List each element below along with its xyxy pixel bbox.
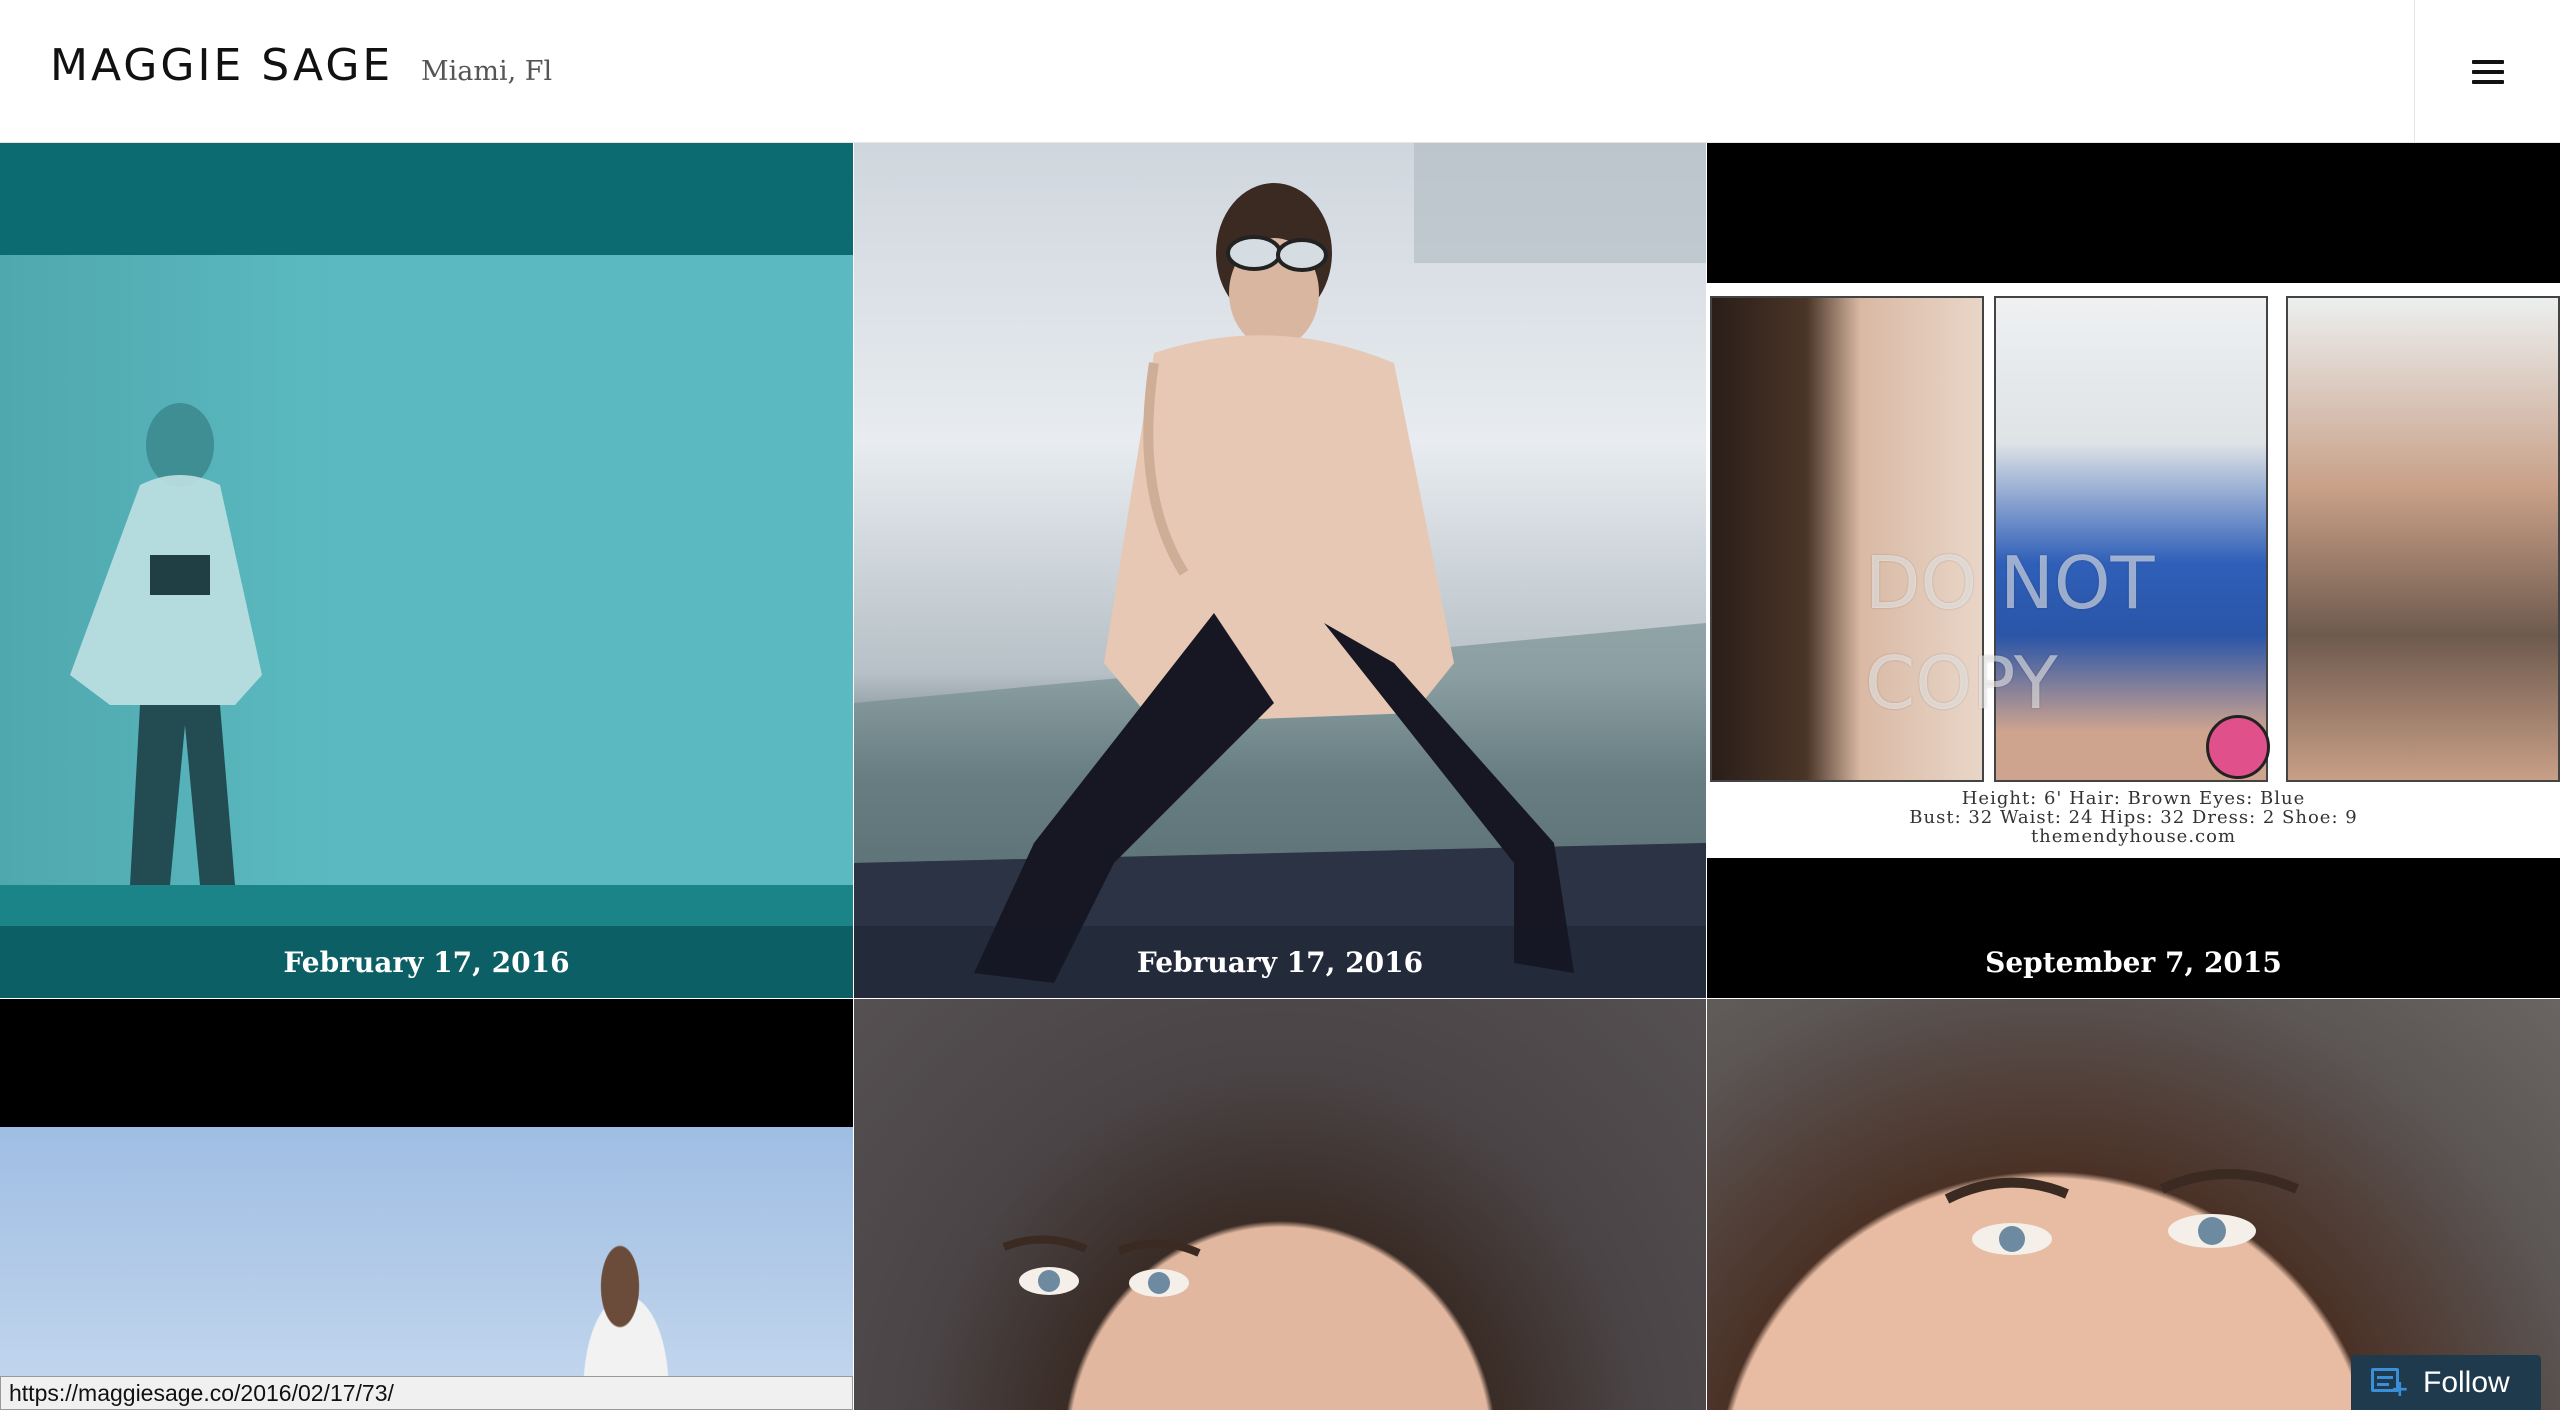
model-fur-coat-sunglasses-photo — [854, 143, 1706, 998]
site-tagline: Miami, Fl — [421, 56, 553, 87]
comp-card-bikini-shot — [2286, 296, 2560, 782]
status-bar-url: https://maggiesage.co/2016/02/17/73/ — [0, 1376, 853, 1410]
post-date: September 7, 2015 — [1985, 945, 2282, 979]
post-image-band — [0, 885, 853, 926]
post-tile[interactable]: DO NOT COPY Height: 6' Hair: Brown Eyes:… — [1707, 143, 2560, 998]
comp-card-photo: DO NOT COPY Height: 6' Hair: Brown Eyes:… — [1707, 283, 2560, 998]
hamburger-menu-icon — [2471, 59, 2504, 84]
stats-line: Bust: 32 Waist: 24 Hips: 32 Dress: 2 Sho… — [1909, 807, 2358, 828]
site-title[interactable]: MAGGIE SAGE — [50, 40, 393, 91]
stats-line: Height: 6' Hair: Brown Eyes: Blue — [1961, 788, 2306, 809]
model-sky-photo — [0, 1127, 853, 1410]
stats-line: themendyhouse.com — [2030, 826, 2237, 847]
post-tile[interactable] — [1707, 999, 2560, 1410]
agency-logo-badge — [2206, 715, 2270, 779]
post-tile[interactable] — [0, 999, 853, 1410]
follow-label: Follow — [2423, 1365, 2510, 1399]
comp-card-stats: Height: 6' Hair: Brown Eyes: Blue Bust: … — [1707, 789, 2560, 846]
follow-button[interactable]: + Follow — [2351, 1355, 2541, 1410]
post-date: February 17, 2016 — [854, 926, 1706, 998]
reader-follow-icon: + — [2371, 1366, 2409, 1400]
headshot-closeup-photo — [1944, 1169, 2299, 1255]
headshot-photo — [1002, 1235, 1201, 1297]
post-tile[interactable]: February 17, 2016 — [854, 143, 1706, 998]
site-header: MAGGIE SAGE Miami, Fl — [0, 0, 2560, 143]
watermark: DO NOT COPY — [1865, 541, 2155, 725]
post-date: February 17, 2016 — [0, 926, 853, 998]
post-image — [0, 255, 853, 885]
menu-button[interactable] — [2414, 0, 2560, 143]
teal-tinted-model-photo — [0, 255, 853, 885]
post-tile[interactable]: February 17, 2016 — [0, 143, 853, 998]
post-tile[interactable] — [854, 999, 1706, 1410]
comp-card: DO NOT COPY Height: 6' Hair: Brown Eyes:… — [1707, 283, 2560, 858]
